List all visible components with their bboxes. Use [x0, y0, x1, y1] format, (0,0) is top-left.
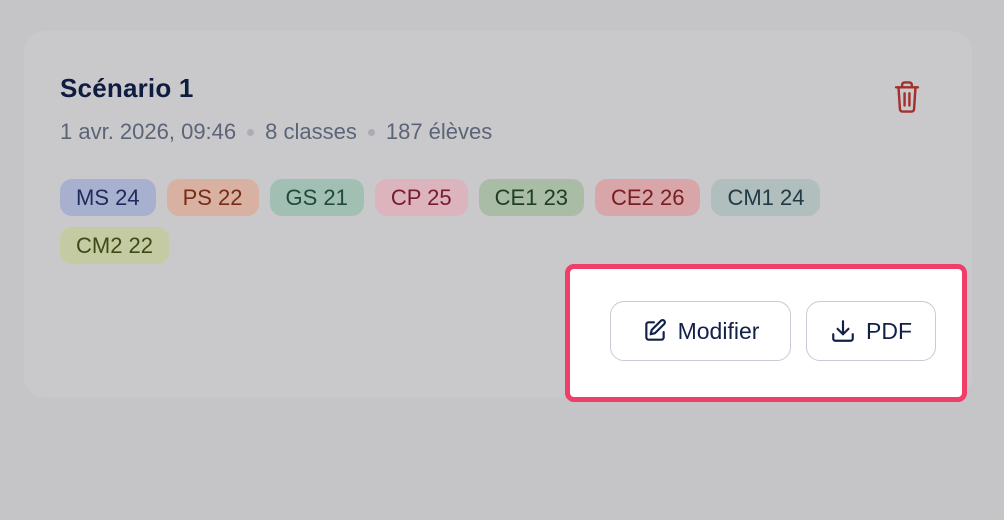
class-tag: CE1 23 [478, 179, 585, 216]
tag-row: CM2 22 [60, 227, 920, 264]
class-tag: CE2 26 [595, 179, 701, 216]
pencil-icon [644, 319, 666, 341]
class-tag: MS 24 [60, 179, 156, 216]
class-tags: MS 24 PS 22 GS 21 CP 25 CE1 23 CE2 26 CM… [60, 179, 920, 275]
class-tag: PS 22 [166, 179, 259, 216]
class-tag: CM2 22 [60, 227, 170, 264]
delete-button[interactable] [890, 79, 924, 115]
class-tag: CM1 24 [711, 179, 821, 216]
tag-row: MS 24 PS 22 GS 21 CP 25 CE1 23 CE2 26 CM… [60, 179, 920, 216]
trash-icon [894, 81, 920, 113]
scenario-classes: 8 classes [265, 119, 357, 144]
scenario-students: 187 élèves [385, 119, 493, 144]
pdf-button[interactable]: PDF [806, 301, 936, 361]
edit-button[interactable]: Modifier [610, 301, 791, 361]
download-icon [832, 320, 854, 342]
scenario-meta: 1 avr. 2026, 09:46 8 classes 187 élèves [60, 119, 492, 145]
class-tag: GS 21 [269, 179, 364, 216]
separator-dot [247, 128, 255, 136]
separator-dot [367, 128, 375, 136]
pdf-button-label: PDF [866, 317, 912, 344]
edit-button-label: Modifier [677, 317, 760, 344]
scenario-date: 1 avr. 2026, 09:46 [60, 119, 237, 144]
scenario-title: Scénario 1 [60, 73, 194, 103]
page: Scénario 1 1 avr. 2026, 09:46 8 classes … [0, 0, 1004, 520]
class-tag: CP 25 [374, 179, 468, 216]
